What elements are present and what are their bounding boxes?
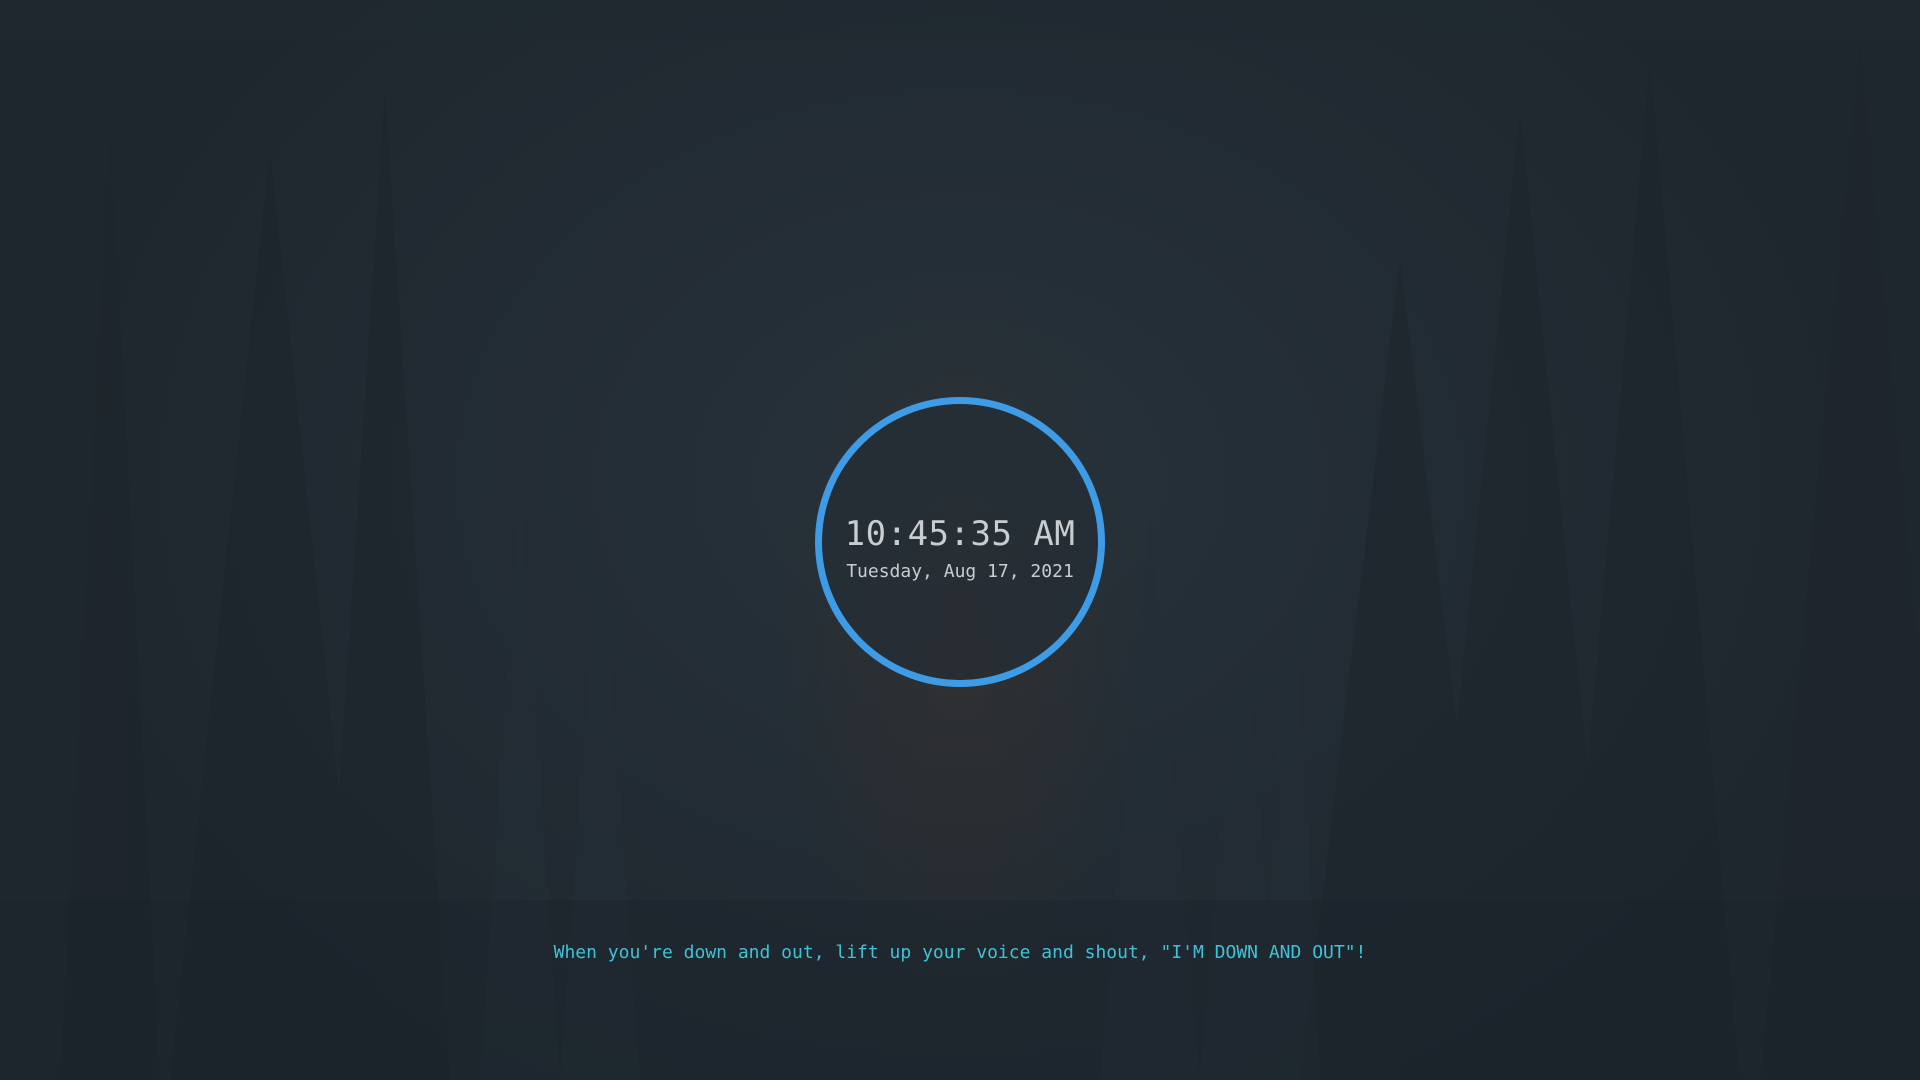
top-panel	[0, 0, 1920, 40]
clock-ring: 10:45:35 AM Tuesday, Aug 17, 2021	[815, 397, 1105, 687]
clock-date: Tuesday, Aug 17, 2021	[846, 561, 1074, 582]
lock-screen: 10:45:35 AM Tuesday, Aug 17, 2021 When y…	[0, 0, 1920, 1080]
quote-text: When you're down and out, lift up your v…	[553, 942, 1367, 963]
clock-time: 10:45:35 AM	[844, 514, 1076, 554]
